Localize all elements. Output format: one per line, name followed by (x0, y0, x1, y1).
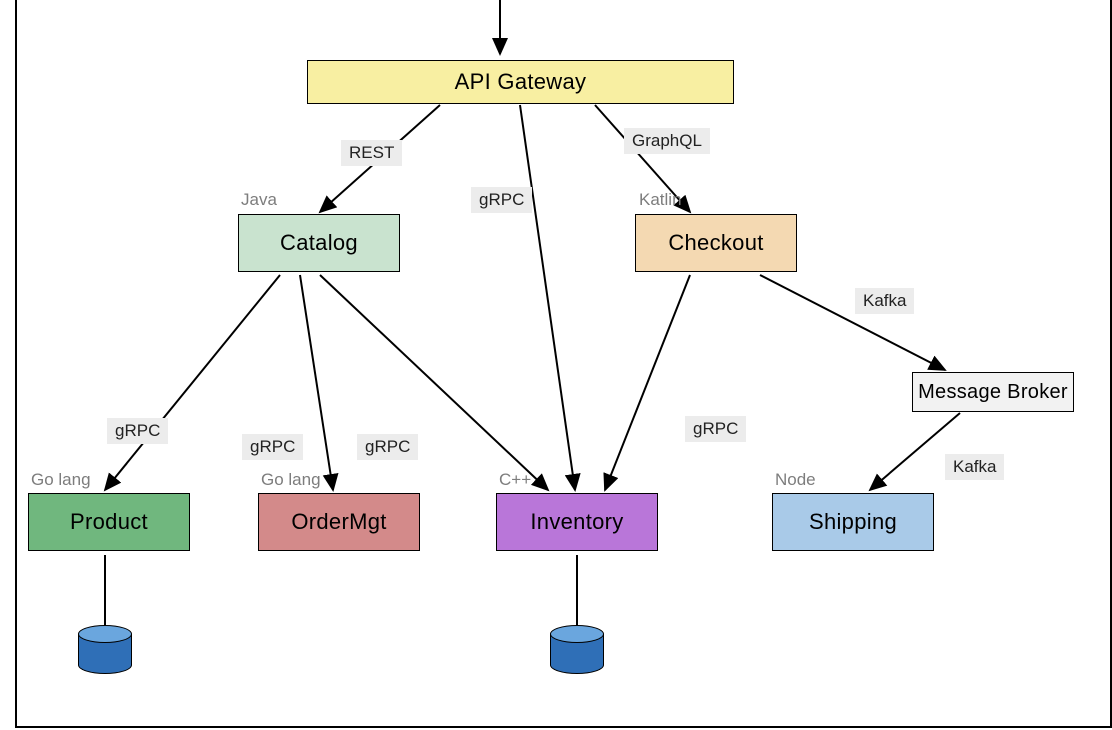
node-shipping: Shipping (772, 493, 934, 551)
node-label: Catalog (280, 230, 358, 256)
lang-label-inventory: C++ (499, 470, 531, 490)
lang-label-checkout: Katlin (639, 190, 682, 210)
node-product: Product (28, 493, 190, 551)
lang-label-catalog: Java (241, 190, 277, 210)
edge-label-graphql: GraphQL (624, 128, 710, 154)
arrow-checkout-to-broker (760, 275, 945, 370)
edge-label-grpc-catalog-product: gRPC (107, 418, 168, 444)
node-message-broker: Message Broker (912, 372, 1074, 412)
page-border-bottom (15, 726, 1110, 728)
arrow-catalog-to-inventory (320, 275, 548, 490)
lang-label-product: Go lang (31, 470, 91, 490)
edge-label-kafka-broker-shipping: Kafka (945, 454, 1004, 480)
arrow-checkout-to-inventory (605, 275, 690, 490)
page-border-left (15, 0, 17, 728)
node-label: Product (70, 509, 148, 535)
node-api-gateway: API Gateway (307, 60, 734, 104)
node-label: OrderMgt (291, 509, 386, 535)
edge-label-grpc-checkout-inventory: gRPC (685, 416, 746, 442)
node-label: Inventory (530, 509, 623, 535)
node-label: Shipping (809, 509, 897, 535)
edge-label-grpc-catalog-inventory: gRPC (357, 434, 418, 460)
node-catalog: Catalog (238, 214, 400, 272)
lang-label-shipping: Node (775, 470, 816, 490)
node-label: Message Broker (918, 381, 1068, 404)
connectors-svg (0, 0, 1112, 730)
node-ordermgt: OrderMgt (258, 493, 420, 551)
edge-label-grpc-catalog-ordermgt: gRPC (242, 434, 303, 460)
edge-label-grpc-gateway-inventory: gRPC (471, 187, 532, 213)
database-icon-product (78, 625, 134, 683)
edge-label-rest: REST (341, 140, 402, 166)
arrow-gateway-to-inventory (520, 105, 575, 490)
arrow-catalog-to-ordermgt (300, 275, 333, 490)
node-label: Checkout (668, 230, 763, 256)
node-checkout: Checkout (635, 214, 797, 272)
lang-label-ordermgt: Go lang (261, 470, 321, 490)
node-inventory: Inventory (496, 493, 658, 551)
database-icon-inventory (550, 625, 606, 683)
node-label: API Gateway (455, 69, 587, 95)
edge-label-kafka-checkout-broker: Kafka (855, 288, 914, 314)
